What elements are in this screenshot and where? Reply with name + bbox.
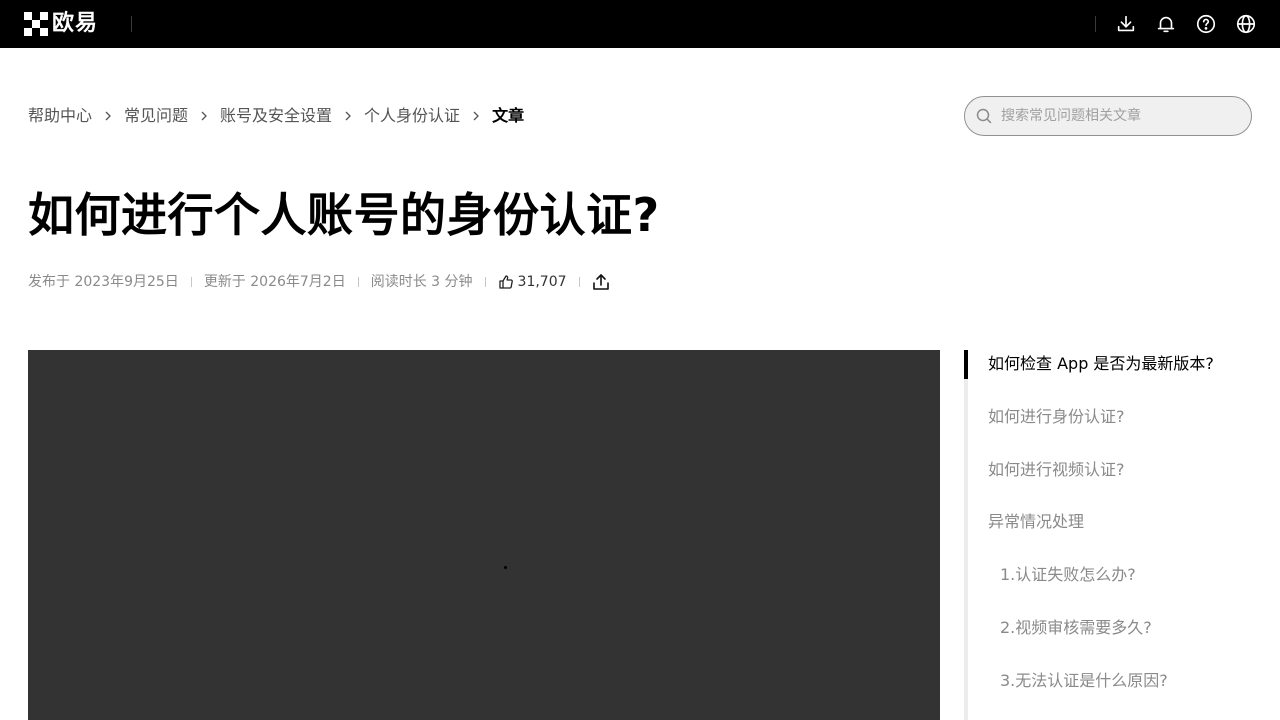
nav-divider [1095, 16, 1096, 32]
meta-divider [578, 277, 580, 287]
like-button[interactable]: 31,707 [498, 272, 567, 292]
published-date: 发布于 2023年9月25日 [28, 274, 179, 290]
breadcrumb-account-security[interactable]: 账号及安全设置 [220, 104, 332, 128]
video-loading-indicator [504, 566, 507, 569]
thumbs-up-icon [498, 275, 513, 289]
toc-subitem-verification-failed[interactable]: 1.认证失败怎么办? [1000, 561, 1136, 589]
table-of-contents: 如何检查 App 是否为最新版本? 如何进行身份认证? 如何进行视频认证? 异常… [964, 350, 1264, 720]
read-time: 阅读时长 3 分钟 [370, 274, 473, 290]
meta-divider [357, 277, 359, 287]
top-nav: 欧易 [0, 0, 1280, 48]
okx-logo-icon [24, 12, 48, 36]
meta-divider [190, 277, 192, 287]
toc-item-video-verification[interactable]: 如何进行视频认证? [988, 456, 1125, 484]
bell-icon[interactable] [1154, 12, 1178, 36]
chevron-right-icon [92, 104, 124, 128]
toc-subitem-cannot-verify[interactable]: 3.无法认证是什么原因? [1000, 667, 1168, 695]
breadcrumb-help-center[interactable]: 帮助中心 [28, 104, 92, 128]
toc-item-exception-handling[interactable]: 异常情况处理 [988, 508, 1084, 536]
download-icon[interactable] [1114, 12, 1138, 36]
globe-icon[interactable] [1234, 12, 1258, 36]
breadcrumb-faq[interactable]: 常见问题 [124, 104, 188, 128]
toc-subitem-review-time[interactable]: 2.视频审核需要多久? [1000, 614, 1152, 642]
toc-item-check-app-version[interactable]: 如何检查 App 是否为最新版本? [988, 350, 1214, 378]
meta-divider [484, 277, 486, 287]
search-input[interactable] [999, 107, 1239, 125]
nav-divider [131, 16, 132, 32]
share-button[interactable] [592, 273, 610, 291]
chevron-right-icon [460, 104, 492, 128]
updated-date: 更新于 2026年7月2日 [203, 274, 346, 290]
breadcrumb: 帮助中心 常见问题 账号及安全设置 个人身份认证 文章 [28, 104, 524, 128]
breadcrumb-current: 文章 [492, 106, 525, 125]
share-icon [592, 274, 609, 290]
chevron-right-icon [332, 104, 364, 128]
like-count: 31,707 [517, 274, 567, 290]
page-title: 如何进行个人账号的身份认证? [28, 188, 660, 242]
breadcrumb-identity-verification[interactable]: 个人身份认证 [364, 104, 460, 128]
search-box[interactable] [964, 96, 1252, 136]
video-player[interactable] [28, 350, 940, 720]
help-icon[interactable] [1194, 12, 1218, 36]
article-meta: 发布于 2023年9月25日 更新于 2026年7月2日 阅读时长 3 分钟 3… [28, 272, 610, 292]
logo-text: 欧易 [52, 11, 99, 36]
okx-logo[interactable]: 欧易 [24, 12, 98, 36]
chevron-right-icon [188, 104, 220, 128]
toc-item-identity-verification[interactable]: 如何进行身份认证? [988, 403, 1125, 431]
toc-active-indicator [964, 350, 968, 379]
search-icon [976, 108, 992, 124]
